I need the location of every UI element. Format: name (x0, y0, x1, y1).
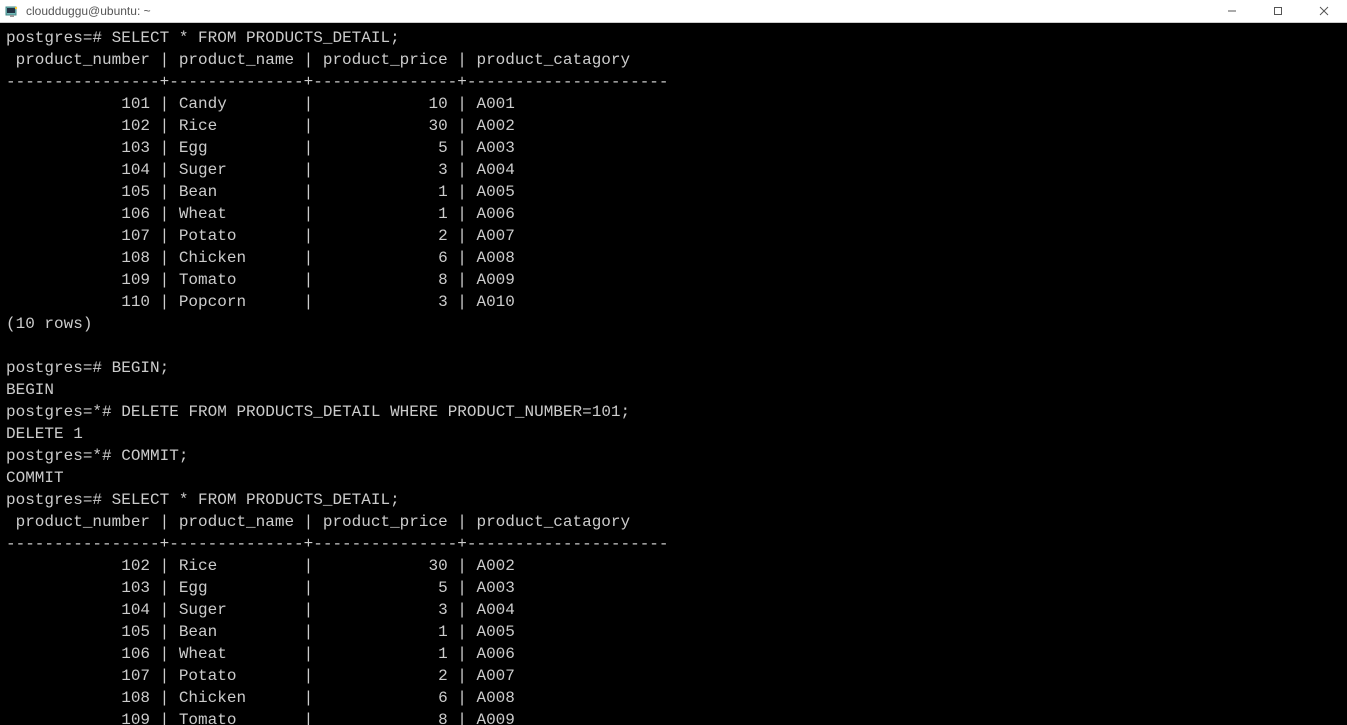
output-commit: COMMIT (6, 469, 64, 487)
prompt-tx: postgres=*# (6, 403, 112, 421)
table-divider: ----------------+--------------+--------… (6, 535, 669, 553)
table-row: 102 | Rice | 30 | A002 (6, 557, 515, 575)
table-row: 105 | Bean | 1 | A005 (6, 183, 515, 201)
window-title: cloudduggu@ubuntu: ~ (26, 4, 151, 18)
sql-delete: DELETE FROM PRODUCTS_DETAIL WHERE PRODUC… (121, 403, 630, 421)
table-row: 101 | Candy | 10 | A001 (6, 95, 515, 113)
table-row: 108 | Chicken | 6 | A008 (6, 689, 515, 707)
table-row: 103 | Egg | 5 | A003 (6, 579, 515, 597)
table-divider: ----------------+--------------+--------… (6, 73, 669, 91)
titlebar[interactable]: cloudduggu@ubuntu: ~ (0, 0, 1347, 23)
terminal-window: cloudduggu@ubuntu: ~ postgres=# SELECT *… (0, 0, 1347, 725)
table-row: 107 | Potato | 2 | A007 (6, 227, 515, 245)
maximize-button[interactable] (1255, 0, 1301, 23)
table-row: 108 | Chicken | 6 | A008 (6, 249, 515, 267)
table-row: 110 | Popcorn | 3 | A010 (6, 293, 515, 311)
table-row: 109 | Tomato | 8 | A009 (6, 271, 515, 289)
output-begin: BEGIN (6, 381, 54, 399)
table-row: 104 | Suger | 3 | A004 (6, 601, 515, 619)
putty-icon (4, 3, 20, 19)
close-button[interactable] (1301, 0, 1347, 23)
prompt: postgres=# (6, 359, 102, 377)
table-row: 106 | Wheat | 1 | A006 (6, 645, 515, 663)
table-row: 106 | Wheat | 1 | A006 (6, 205, 515, 223)
table-header: product_number | product_name | product_… (6, 513, 630, 531)
sql-select-1: SELECT * FROM PRODUCTS_DETAIL; (112, 29, 400, 47)
sql-begin: BEGIN; (112, 359, 170, 377)
prompt: postgres=# (6, 491, 102, 509)
titlebar-left: cloudduggu@ubuntu: ~ (4, 3, 151, 19)
row-count: (10 rows) (6, 315, 92, 333)
prompt: postgres=# (6, 29, 102, 47)
table-row: 102 | Rice | 30 | A002 (6, 117, 515, 135)
table-row: 104 | Suger | 3 | A004 (6, 161, 515, 179)
window-controls (1209, 0, 1347, 23)
output-delete: DELETE 1 (6, 425, 83, 443)
terminal-body[interactable]: postgres=# SELECT * FROM PRODUCTS_DETAIL… (0, 23, 1347, 725)
table-row: 103 | Egg | 5 | A003 (6, 139, 515, 157)
table-row: 107 | Potato | 2 | A007 (6, 667, 515, 685)
prompt-tx: postgres=*# (6, 447, 112, 465)
table-header: product_number | product_name | product_… (6, 51, 630, 69)
sql-select-2: SELECT * FROM PRODUCTS_DETAIL; (112, 491, 400, 509)
minimize-button[interactable] (1209, 0, 1255, 23)
table-row: 109 | Tomato | 8 | A009 (6, 711, 515, 725)
sql-commit: COMMIT; (121, 447, 188, 465)
table-row: 105 | Bean | 1 | A005 (6, 623, 515, 641)
